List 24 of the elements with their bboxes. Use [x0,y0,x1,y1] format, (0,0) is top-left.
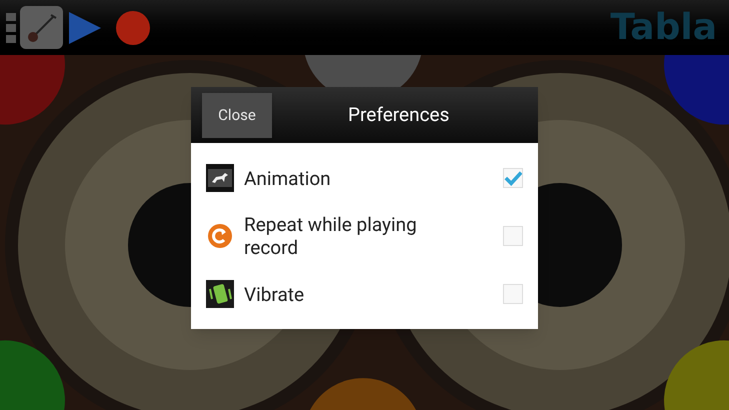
drum-pad[interactable] [310,378,416,410]
drum-pad[interactable] [664,55,729,125]
preference-row[interactable]: Animation [191,149,538,207]
checkbox[interactable] [503,284,523,304]
checkbox[interactable] [503,168,523,188]
preference-row[interactable]: Repeat while playing record [191,207,538,265]
drum-pad[interactable] [0,55,65,125]
app-logo: Tabla [610,6,717,50]
menu-icon[interactable] [6,12,16,42]
instrument-button[interactable] [20,6,63,49]
preference-row[interactable]: Vibrate [191,265,538,323]
preference-label: Vibrate [244,282,306,306]
preference-label: Repeat while playing record [244,213,418,259]
play-icon[interactable] [67,10,103,46]
record-icon[interactable] [115,10,151,46]
repeat-icon [207,223,233,249]
drum-pad[interactable] [0,340,65,410]
drum-pad[interactable] [664,340,729,410]
checkmark-icon [504,170,522,186]
preference-label: Animation [244,166,332,190]
checkbox[interactable] [503,226,523,246]
close-button[interactable]: Close [202,92,272,138]
vibrating-phone-icon [206,280,234,308]
dialog-title: Preferences [348,102,450,128]
